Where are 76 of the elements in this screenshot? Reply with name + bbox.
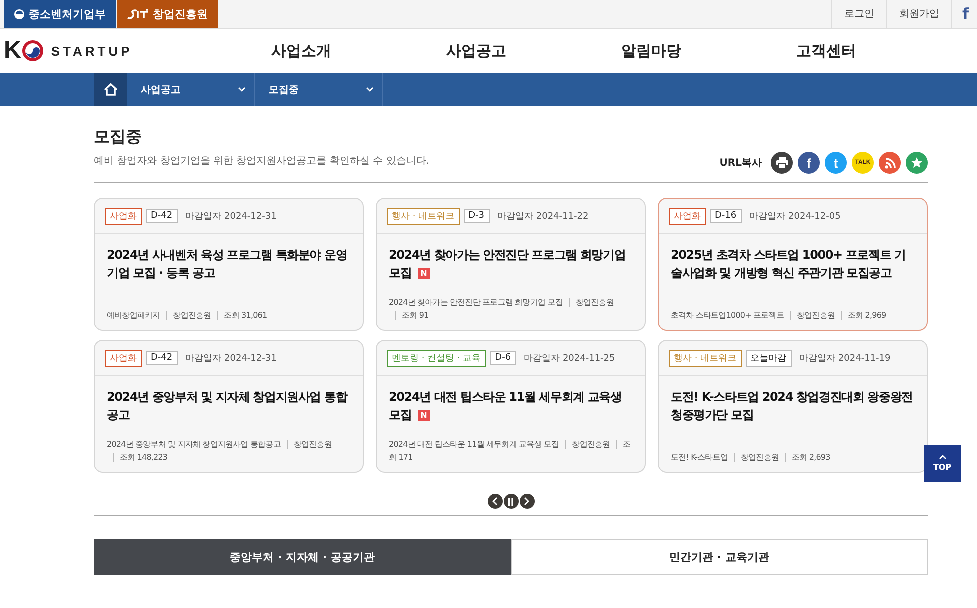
printer-icon	[776, 157, 788, 169]
swoosh-icon	[127, 8, 149, 20]
chevron-up-icon	[938, 455, 946, 460]
deadline-text: 마감일자 2024-12-31	[186, 352, 277, 364]
dday-tag: D-42	[146, 351, 178, 365]
notice-title: 2024년 사내벤처 육성 프로그램 특화분야 운영기업 모집 · 등록 공고	[107, 247, 348, 282]
page-title: 모집중	[94, 127, 143, 148]
nav-item[interactable]: 사업소개	[214, 42, 389, 60]
star-icon	[911, 157, 923, 169]
category-tag: 행사 · 네트워크	[387, 208, 460, 224]
breadcrumb-dropdown[interactable]: 사업공고	[127, 73, 255, 106]
breadcrumb-dropdown[interactable]: 모집중	[255, 73, 383, 106]
dday-tag: D-16	[710, 209, 742, 223]
pause-icon	[508, 498, 514, 506]
new-badge: N	[418, 268, 430, 279]
tab[interactable]: 민간기관 · 교육기관	[511, 539, 928, 575]
category-tag: 사업화	[669, 208, 706, 224]
notice-title: 2025년 초격차 스타트업 1000+ 프로젝트 기술사업화 및 개방형 혁신 주관기관 모집공고	[671, 247, 907, 282]
page-description: 예비 창업자와 창업기업을 위한 창업지원사업공고를 확인하실 수 있습니다.	[94, 155, 430, 168]
back-to-top-button[interactable]: TOP	[924, 445, 961, 482]
print-share-button[interactable]	[771, 152, 793, 174]
deadline-text: 마감일자 2024-11-22	[498, 210, 589, 222]
tab[interactable]: 중앙부처 · 지자체 · 공공기관	[94, 539, 511, 575]
util-link[interactable]: 회원가입	[886, 0, 952, 28]
emblem-icon	[14, 8, 25, 20]
notice-title: 2024년 중앙부처 및 지자체 창업지원사업 통합공고	[107, 389, 349, 424]
dday-tag: D-42	[146, 209, 178, 223]
dday-tag: D-3	[464, 209, 490, 223]
deadline-text: 마감일자 2024-12-05	[750, 210, 841, 222]
category-tag: 사업화	[105, 208, 142, 224]
previous-button[interactable]	[488, 494, 502, 509]
notice-meta: 도전! K-스타트업 창업진흥원 조회 2,693	[671, 452, 832, 464]
pause-button[interactable]	[504, 494, 518, 509]
notice-title: 2024년 찾아가는 안전진단 프로그램 희망기업 모집 N	[389, 247, 627, 282]
util-link[interactable]: 로그인	[831, 0, 886, 28]
deadline-text: 마감일자 2024-11-19	[800, 352, 891, 364]
nav-item[interactable]: 고객센터	[739, 42, 914, 60]
notice-meta: 2024년 찾아가는 안전진단 프로그램 희망기업 모집 창업진흥원 조회 91	[389, 297, 615, 322]
chevron-right-icon	[524, 497, 530, 506]
url-copy-link[interactable]: URL복사	[720, 156, 762, 170]
home-icon	[104, 83, 118, 96]
facebook-share-button[interactable]: f	[798, 152, 820, 174]
notice-card[interactable]: 행사 · 네트워크 오늘마감 마감일자 2024-11-19 도전! K-스타트업 2024 창업경진대회 왕중왕전 청중평가단 모집 도전! K-스타트업 창업진흥원 조회 2,693	[658, 340, 928, 473]
category-tag: 행사 · 네트워크	[669, 350, 742, 366]
nav-item[interactable]: 알림마당	[564, 42, 739, 60]
notice-meta: 초격차 스타트업1000+ 프로젝트 창업진흥원 조회 2,969	[671, 310, 888, 322]
category-tag: 사업화	[105, 350, 142, 366]
dday-tag: D-6	[490, 351, 516, 365]
notice-card[interactable]: 사업화 D-42 마감일자 2024-12-31 2024년 중앙부처 및 지자체 창업지원사업 통합공고 2024년 중앙부처 및 지자체 창업지원사업 통합공고 창업진흥원 조회 148,223	[94, 340, 364, 473]
chevron-down-icon	[366, 87, 374, 92]
notice-title: 2024년 대전 팁스타운 11월 세무회계 교육생 모집 N	[389, 389, 623, 424]
new-badge: N	[418, 410, 430, 421]
facebook-link[interactable]: f	[951, 0, 977, 28]
notice-meta: 예비창업패키지 창업진흥원 조회 31,061	[107, 310, 268, 322]
category-tag: 멘토링 · 컨설팅 · 교육	[387, 350, 486, 366]
notice-card[interactable]: 멘토링 · 컨설팅 · 교육 D-6 마감일자 2024-11-25 2024년 대전 팁스타운 11월 세무회계 교육생 모집 N 2024년 대전 팁스타운 11월 세무회계 교육생 모집 창업진흥원 조회 171	[376, 340, 646, 473]
agency-link[interactable]: 중소벤처기업부	[4, 0, 116, 28]
rss-share-button[interactable]	[879, 152, 901, 174]
home-button[interactable]	[94, 73, 127, 106]
chevron-left-icon	[492, 497, 498, 506]
bookmark-share-button[interactable]	[906, 152, 928, 174]
notice-card[interactable]: 사업화 D-42 마감일자 2024-12-31 2024년 사내벤처 육성 프로그램 특화분야 운영기업 모집 · 등록 공고 예비창업패키지 창업진흥원 조회 31,061	[94, 198, 364, 331]
next-button[interactable]	[520, 494, 534, 509]
agency-link[interactable]: 창업진흥원	[117, 0, 218, 28]
deadline-text: 마감일자 2024-12-31	[186, 210, 277, 222]
logo[interactable]: K STARTUP	[4, 37, 204, 65]
notice-meta: 2024년 대전 팁스타운 11월 세무회계 교육생 모집 창업진흥원 조회 171	[389, 439, 632, 464]
notice-card[interactable]: 행사 · 네트워크 D-3 마감일자 2024-11-22 2024년 찾아가는 안전진단 프로그램 희망기업 모집 N 2024년 찾아가는 안전진단 프로그램 희망기업 모집 창업진흥원 조회 91	[376, 198, 646, 331]
notice-card[interactable]: 사업화 D-16 마감일자 2024-12-05 2025년 초격차 스타트업 1000+ 프로젝트 기술사업화 및 개방형 혁신 주관기관 모집공고 초격차 스타트업1000+ 프로젝트 창업진흥원 조회 2,969	[658, 198, 928, 331]
notice-meta: 2024년 중앙부처 및 지자체 창업지원사업 통합공고 창업진흥원 조회 148,223	[107, 439, 333, 464]
deadline-text: 마감일자 2024-11-25	[524, 352, 616, 364]
nav-item[interactable]: 사업공고	[389, 42, 564, 60]
chevron-down-icon	[238, 87, 246, 92]
dday-tag: 오늘마감	[746, 350, 792, 366]
rss-icon	[884, 158, 896, 168]
notice-title: 도전! K-스타트업 2024 창업경진대회 왕중왕전 청중평가단 모집	[671, 389, 914, 424]
